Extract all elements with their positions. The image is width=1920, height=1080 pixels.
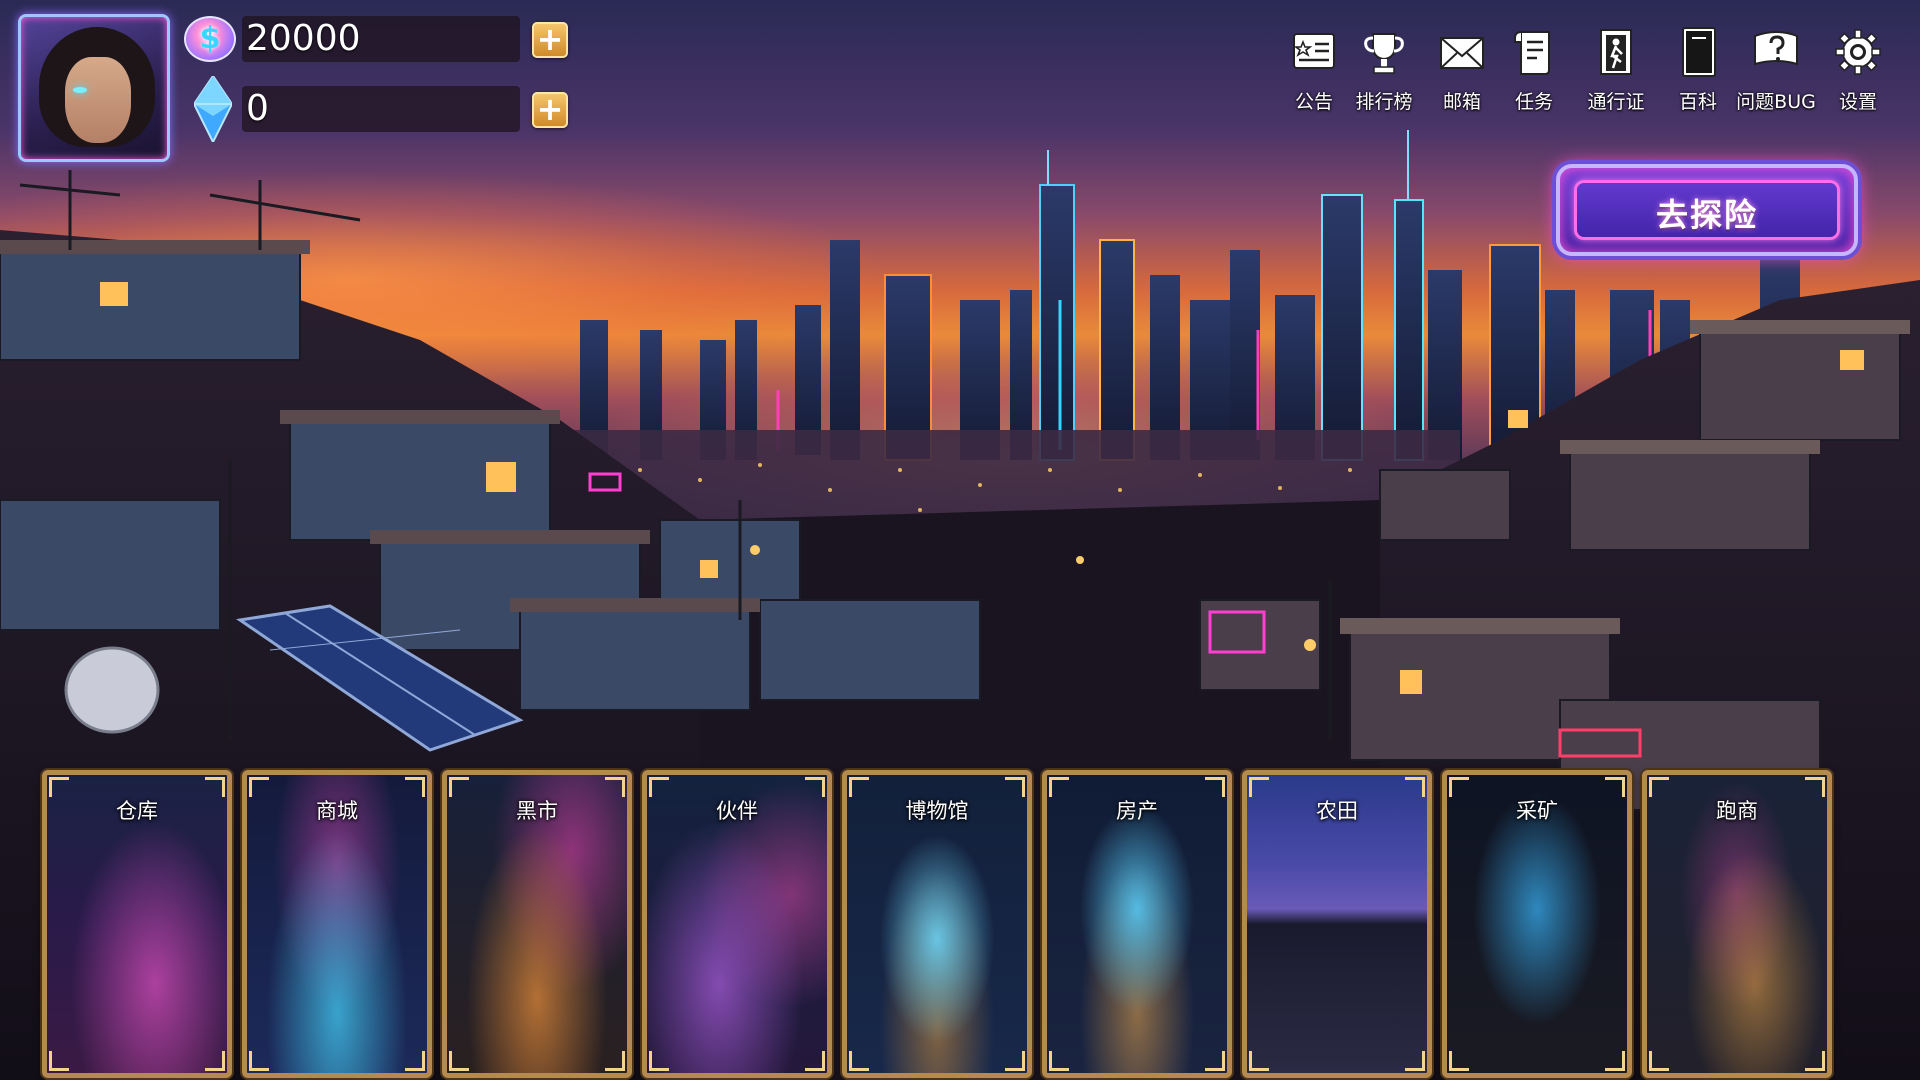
diamond-icon (194, 76, 232, 142)
frame-corner (649, 777, 669, 797)
explore-button-label: 去探险 (1655, 196, 1758, 234)
frame-corner (649, 1051, 669, 1071)
frame-corner (1249, 1051, 1269, 1071)
frame-corner (1449, 1051, 1469, 1071)
menu-label: 设置 (1838, 91, 1877, 113)
explore-button[interactable]: 去探险 (1556, 164, 1858, 256)
gem-currency-row: 0 + (184, 76, 570, 142)
frame-corner (49, 1051, 69, 1071)
frame-corner (1049, 1051, 1069, 1071)
plus-icon: + (536, 20, 564, 58)
card-label: 伙伴 (716, 799, 758, 823)
frame-corner (849, 777, 869, 797)
frame-corner (249, 777, 269, 797)
card-farm[interactable]: 农田 (1242, 770, 1432, 1078)
frame-corner (1605, 1051, 1625, 1071)
book-icon (1682, 27, 1716, 77)
envelope-icon (1440, 37, 1484, 69)
card-label: 农田 (1316, 799, 1358, 823)
frame-corner (1805, 1051, 1825, 1071)
menu-bug-report[interactable]: 问题BUG (1736, 26, 1816, 122)
frame-corner (805, 1051, 825, 1071)
frame-corner (1205, 777, 1225, 797)
frame-corner (205, 777, 225, 797)
frame-corner (1005, 777, 1025, 797)
notice-board-icon (1293, 33, 1335, 69)
trophy-icon (1364, 33, 1404, 74)
menu-pass[interactable]: 通行证 (1576, 26, 1656, 122)
frame-corner (405, 1051, 425, 1071)
card-mining[interactable]: 采矿 (1442, 770, 1632, 1078)
frame-corner (1649, 1051, 1669, 1071)
coin-icon: $ (184, 16, 236, 62)
frame-corner (1205, 1051, 1225, 1071)
gold-value: 20000 (246, 18, 361, 59)
card-label: 跑商 (1716, 799, 1758, 823)
add-gold-button[interactable]: + (532, 22, 568, 58)
card-label: 仓库 (116, 799, 158, 823)
coin-symbol: $ (199, 21, 221, 56)
card-runner[interactable]: 跑商 (1642, 770, 1832, 1078)
gem-value-bar (242, 86, 520, 132)
frame-corner (449, 777, 469, 797)
frame-corner (1049, 777, 1069, 797)
add-gem-button[interactable]: + (532, 92, 568, 128)
menu-settings[interactable]: 设置 (1818, 26, 1898, 122)
frame-corner (849, 1051, 869, 1071)
frame-corner (205, 1051, 225, 1071)
frame-corner (605, 1051, 625, 1071)
card-mall[interactable]: 商城 (242, 770, 432, 1078)
card-label: 商城 (316, 799, 358, 823)
frame-corner (1649, 777, 1669, 797)
card-real-estate[interactable]: 房产 (1042, 770, 1232, 1078)
card-label: 博物馆 (905, 799, 969, 823)
frame-corner (1605, 777, 1625, 797)
frame-corner (249, 1051, 269, 1071)
card-black-market[interactable]: 黑市 (442, 770, 632, 1078)
frame-corner (1405, 777, 1425, 797)
pass-door-icon (1600, 29, 1632, 75)
card-partner[interactable]: 伙伴 (642, 770, 832, 1078)
plus-icon: + (536, 90, 564, 128)
player-avatar[interactable] (18, 14, 170, 162)
frame-corner (49, 777, 69, 797)
gold-currency-row: $ 20000 + (184, 16, 570, 62)
frame-corner (1249, 777, 1269, 797)
menu-tasks[interactable]: 任务 (1494, 26, 1574, 122)
frame-corner (449, 1051, 469, 1071)
card-label: 黑市 (516, 799, 558, 823)
frame-corner (605, 777, 625, 797)
question-bubble-icon (1754, 31, 1798, 66)
gem-value: 0 (246, 88, 269, 129)
frame-corner (1405, 1051, 1425, 1071)
frame-corner (1005, 1051, 1025, 1071)
card-label: 房产 (1116, 799, 1158, 823)
card-label: 采矿 (1516, 799, 1558, 823)
top-menu: 公告 排行榜 邮箱 任务 通行证 百科 问题BUG 设置 (1274, 26, 1894, 122)
gear-icon (1835, 29, 1881, 75)
frame-corner (1449, 777, 1469, 797)
frame-corner (1805, 777, 1825, 797)
avatar-face (65, 57, 131, 143)
card-museum[interactable]: 博物馆 (842, 770, 1032, 1078)
card-warehouse[interactable]: 仓库 (42, 770, 232, 1078)
task-scroll-icon (1514, 31, 1550, 75)
frame-corner (405, 777, 425, 797)
frame-corner (805, 777, 825, 797)
avatar-cyber-eye (73, 87, 87, 93)
feature-card-bar: 仓库 商城 黑市 伙伴 博物馆 房产 农田 采矿 跑商 (42, 770, 1832, 1078)
